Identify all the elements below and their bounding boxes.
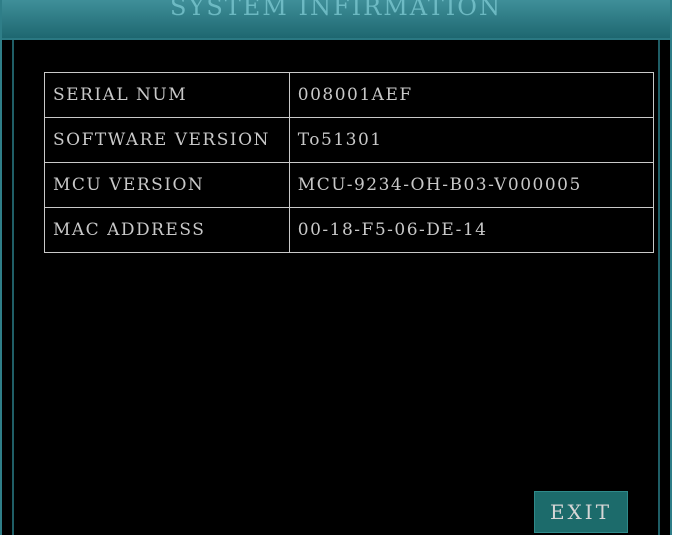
title-bar: SYSTEM INFIRMATION	[2, 0, 670, 40]
table-row: MAC ADDRESS 00-18-F5-06-DE-14	[44, 207, 655, 253]
screen: SYSTEM INFIRMATION SERIAL NUM 008001AEF …	[0, 0, 674, 535]
mcu-version-label: MCU VERSION	[44, 162, 290, 208]
table-row: SERIAL NUM 008001AEF	[44, 72, 655, 118]
mcu-version-value: MCU-9234-OH-B03-V000005	[288, 162, 655, 208]
software-version-value: To51301	[288, 117, 655, 163]
system-info-table: SERIAL NUM 008001AEF SOFTWARE VERSION To…	[44, 72, 655, 253]
mac-address-value: 00-18-F5-06-DE-14	[288, 207, 655, 253]
software-version-label: SOFTWARE VERSION	[44, 117, 290, 163]
exit-button[interactable]: EXIT	[534, 491, 628, 533]
window-title: SYSTEM INFIRMATION	[170, 0, 502, 21]
mac-address-label: MAC ADDRESS	[44, 207, 290, 253]
serial-num-label: SERIAL NUM	[44, 72, 290, 118]
system-information-window: SYSTEM INFIRMATION SERIAL NUM 008001AEF …	[0, 0, 672, 535]
right-divider	[658, 40, 660, 535]
left-divider	[12, 40, 14, 535]
serial-num-value: 008001AEF	[288, 72, 655, 118]
table-row: MCU VERSION MCU-9234-OH-B03-V000005	[44, 162, 655, 208]
table-row: SOFTWARE VERSION To51301	[44, 117, 655, 163]
